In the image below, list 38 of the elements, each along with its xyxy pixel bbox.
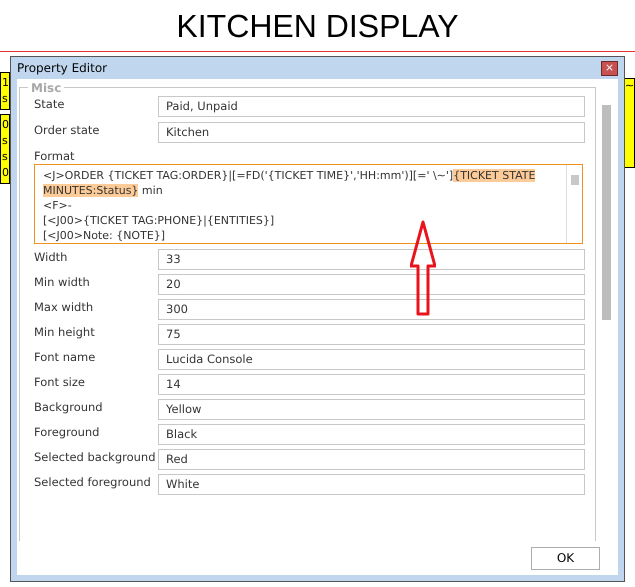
- scrollbar[interactable]: [566, 165, 582, 243]
- text-field[interactable]: Yellow: [158, 399, 585, 420]
- text-field[interactable]: Red: [158, 449, 585, 470]
- format-text-area[interactable]: <J>ORDER {TICKET TAG:ORDER}|[=FD('{TICKET TIME}','HH:mm')][=' \~']{TICKET STATE MINUTES:Status} min <F>- [<J00>{TICKET TAG:PHONE}|{ENTITIES}] [<J00>Note: {NOTE}]: [34, 164, 583, 244]
- text-field[interactable]: 20: [158, 274, 585, 295]
- text-field[interactable]: 75: [158, 324, 585, 345]
- text-field[interactable]: 300: [158, 299, 585, 320]
- field-label: Format: [34, 148, 76, 164]
- text-field[interactable]: 14: [158, 374, 585, 395]
- card-text: 0: [2, 165, 9, 181]
- text-field[interactable]: Kitchen: [158, 122, 585, 143]
- card-text: ~: [625, 79, 634, 93]
- field-label: Min height: [34, 324, 96, 340]
- card-text: 1: [2, 75, 9, 91]
- text-field[interactable]: Paid, Unpaid: [158, 96, 585, 117]
- text-field[interactable]: Black: [158, 424, 585, 445]
- text-field[interactable]: 33: [158, 249, 585, 270]
- field-label: Selected background: [34, 449, 157, 465]
- card-text: 0: [2, 117, 9, 133]
- card-text: s: [2, 133, 9, 149]
- field-label: Selected foreground: [34, 474, 152, 490]
- text-field[interactable]: Lucida Console: [158, 349, 585, 370]
- page-title: KITCHEN DISPLAY: [176, 10, 459, 42]
- field-label: Order state: [34, 122, 100, 138]
- text-field[interactable]: White: [158, 474, 585, 495]
- ok-button[interactable]: OK: [531, 546, 600, 570]
- card-text: s: [2, 91, 9, 107]
- field-label: Font size: [34, 374, 86, 390]
- dialog-title: Property Editor: [17, 60, 108, 77]
- field-label: Font name: [34, 349, 96, 365]
- field-label: Foreground: [34, 424, 100, 440]
- field-label: Max width: [34, 299, 94, 315]
- card-text: s: [2, 149, 9, 165]
- close-button[interactable]: ×: [601, 60, 618, 76]
- field-label: Min width: [34, 274, 91, 290]
- field-label: State: [34, 96, 66, 112]
- field-label: Background: [34, 399, 104, 415]
- field-label: Width: [34, 249, 68, 265]
